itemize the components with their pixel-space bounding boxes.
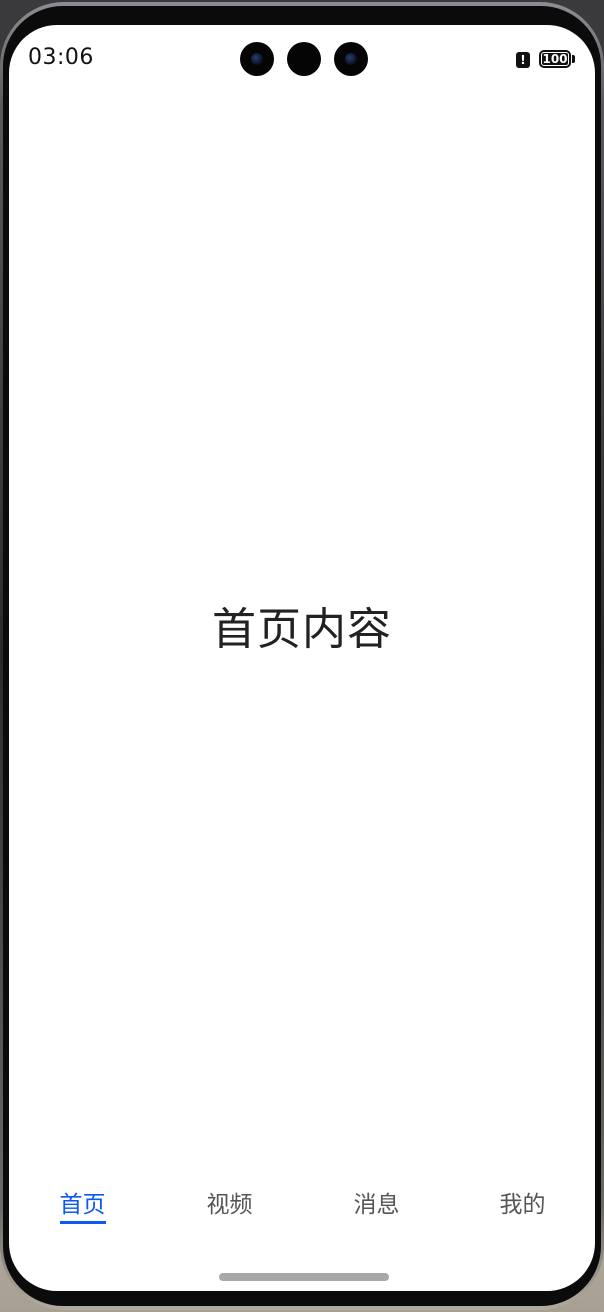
battery-tip (572, 55, 575, 63)
phone-screen: 03:06 ! 100 首页内容 首页 视频 消息 我的 (9, 25, 595, 1291)
tab-messages[interactable]: 消息 (303, 1185, 450, 1221)
front-camera-icon (287, 42, 321, 76)
tab-home-label: 首页 (59, 1185, 106, 1224)
tab-profile-label: 我的 (499, 1192, 546, 1218)
battery-percentage: 100 (542, 52, 568, 66)
home-indicator[interactable] (219, 1273, 389, 1281)
tab-video-label: 视频 (206, 1192, 253, 1218)
status-time: 03:06 (28, 45, 94, 70)
battery-icon: 100 (539, 50, 571, 68)
status-bar: 03:06 ! 100 (9, 25, 595, 95)
bottom-tab-bar: 首页 视频 消息 我的 (9, 1185, 595, 1235)
front-camera-icon (334, 42, 368, 76)
alert-icon: ! (516, 52, 530, 68)
tab-video[interactable]: 视频 (156, 1185, 303, 1221)
page-content-text: 首页内容 (212, 604, 392, 655)
tab-messages-label: 消息 (353, 1192, 400, 1218)
tab-home[interactable]: 首页 (9, 1185, 156, 1224)
tab-profile[interactable]: 我的 (449, 1185, 595, 1221)
front-camera-icon (240, 42, 274, 76)
